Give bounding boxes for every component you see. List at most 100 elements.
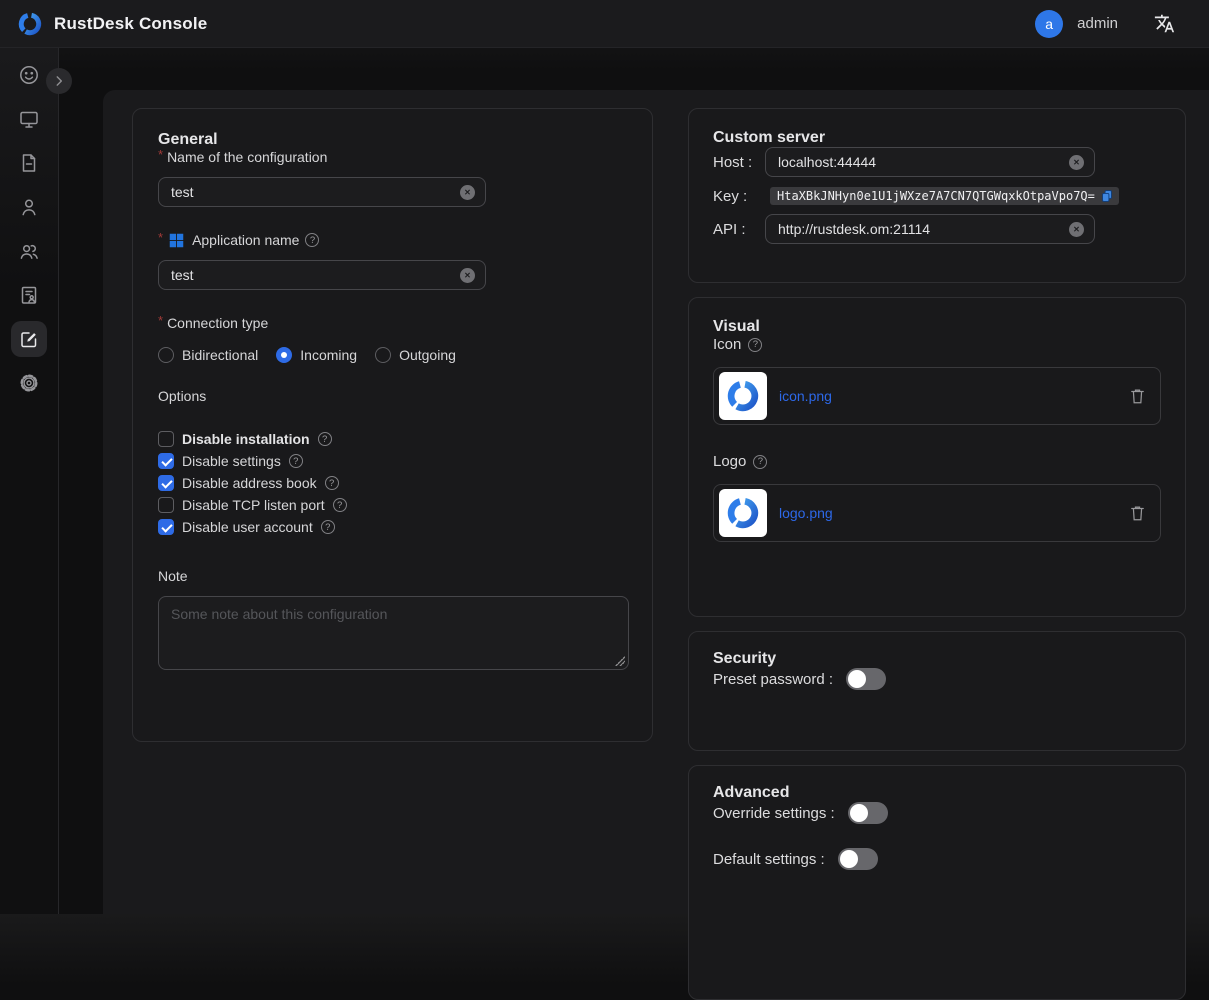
sidebar-item-users[interactable] — [7, 185, 51, 229]
note-textarea[interactable] — [159, 597, 628, 669]
general-title: General — [158, 131, 627, 149]
sidebar-item-groups[interactable] — [7, 229, 51, 273]
app-name-label: Application name — [192, 232, 299, 248]
security-title: Security — [713, 650, 1161, 668]
sidebar-nav — [0, 48, 59, 914]
option-help-icon[interactable] — [318, 432, 332, 446]
option-disable-settings: Disable settings — [158, 450, 627, 472]
app-name-label-row: Application name — [158, 232, 627, 248]
api-row: API : — [713, 214, 1161, 244]
preset-password-row: Preset password : — [713, 668, 1161, 690]
resize-handle[interactable] — [615, 656, 625, 666]
username[interactable]: admin — [1077, 15, 1118, 32]
key-label: Key : — [713, 188, 765, 205]
radio-outgoing[interactable]: Outgoing — [375, 347, 456, 363]
radio-incoming[interactable]: Incoming — [276, 347, 357, 363]
audit-log-icon — [11, 277, 47, 313]
note-textarea-wrap — [158, 596, 629, 670]
host-label: Host : — [713, 154, 765, 171]
api-input[interactable] — [778, 221, 1069, 237]
general-card: General Name of the configuration Applic… — [132, 108, 653, 742]
option-disable-tcp-listen-port: Disable TCP listen port — [158, 494, 627, 516]
config-name-label-row: Name of the configuration — [158, 149, 627, 165]
logo-thumbnail — [719, 489, 767, 537]
custom-server-title: Custom server — [713, 129, 1161, 147]
translate-icon[interactable] — [1154, 13, 1175, 34]
host-input[interactable] — [778, 154, 1069, 170]
option-disable-user-account: Disable user account — [158, 516, 627, 538]
app-name-input-wrap — [158, 260, 486, 290]
api-label: API : — [713, 221, 765, 238]
user-icon — [11, 189, 47, 225]
sidebar-item-custom-client[interactable] — [7, 317, 51, 361]
option-help-icon[interactable] — [333, 498, 347, 512]
checkbox[interactable] — [158, 453, 174, 469]
custom-server-card: Custom server Host : Key : HtaXBkJNHyn0e… — [688, 108, 1186, 283]
clear-config-name-icon[interactable] — [460, 185, 475, 200]
checkbox[interactable] — [158, 497, 174, 513]
radio-circle[interactable] — [276, 347, 292, 363]
sidebar-item-settings[interactable] — [7, 361, 51, 405]
option-help-icon[interactable] — [321, 520, 335, 534]
icon-label: Icon — [713, 336, 741, 353]
radio-circle[interactable] — [375, 347, 391, 363]
option-help-icon[interactable] — [289, 454, 303, 468]
logo-help-icon[interactable] — [753, 455, 767, 469]
clear-host-icon[interactable] — [1069, 155, 1084, 170]
note-label: Note — [158, 568, 627, 584]
required-asterisk — [158, 150, 163, 160]
radio-circle[interactable] — [158, 347, 174, 363]
config-name-label: Name of the configuration — [167, 149, 327, 165]
clear-api-icon[interactable] — [1069, 222, 1084, 237]
windows-logo-icon — [169, 233, 184, 248]
sidebar-item-devices[interactable] — [7, 97, 51, 141]
sidebar-collapse-button[interactable] — [46, 68, 72, 94]
visual-card: Visual Icon icon.png — [688, 297, 1186, 617]
gear-icon — [11, 365, 47, 401]
checkbox[interactable] — [158, 519, 174, 535]
host-input-wrap — [765, 147, 1095, 177]
top-header: RustDesk Console a admin — [0, 0, 1209, 48]
sidebar-item-documents[interactable] — [7, 141, 51, 185]
icon-label-row: Icon — [713, 336, 1161, 353]
default-settings-row: Default settings : — [713, 848, 1161, 870]
config-name-input[interactable] — [171, 184, 460, 200]
option-disable-installation: Disable installation — [158, 428, 627, 450]
logo-file-link[interactable]: logo.png — [779, 505, 833, 521]
logo-label-row: Logo — [713, 453, 1161, 470]
advanced-title: Advanced — [713, 784, 1161, 802]
checkbox[interactable] — [158, 431, 174, 447]
required-asterisk — [158, 233, 163, 243]
edit-icon — [11, 321, 47, 357]
connection-type-radio-group: Bidirectional Incoming Outgoing — [158, 347, 627, 363]
delete-icon-trash-icon[interactable] — [1129, 387, 1146, 405]
document-icon — [11, 145, 47, 181]
override-settings-toggle[interactable] — [848, 802, 888, 824]
monitor-icon — [11, 101, 47, 137]
icon-help-icon[interactable] — [748, 338, 762, 352]
chevron-right-icon — [52, 74, 66, 88]
default-settings-label: Default settings : — [713, 851, 825, 868]
sidebar-item-audit[interactable] — [7, 273, 51, 317]
copy-icon[interactable] — [1100, 189, 1114, 203]
user-avatar[interactable]: a — [1035, 10, 1063, 38]
logo-label: Logo — [713, 453, 746, 470]
rustdesk-logo-icon — [16, 10, 44, 38]
checkbox[interactable] — [158, 475, 174, 491]
option-disable-address-book: Disable address book — [158, 472, 627, 494]
key-row: Key : HtaXBkJNHyn0e1U1jWXze7A7CN7QTGWqxk… — [713, 187, 1161, 205]
radio-bidirectional[interactable]: Bidirectional — [158, 347, 258, 363]
option-help-icon[interactable] — [325, 476, 339, 490]
app-name-help-icon[interactable] — [305, 233, 319, 247]
sidebar-item-dashboard[interactable] — [7, 53, 51, 97]
icon-file-row: icon.png — [713, 367, 1161, 425]
app-name-input[interactable] — [171, 267, 460, 283]
default-settings-toggle[interactable] — [838, 848, 878, 870]
clear-app-name-icon[interactable] — [460, 268, 475, 283]
host-row: Host : — [713, 147, 1161, 177]
icon-file-link[interactable]: icon.png — [779, 388, 832, 404]
preset-password-toggle[interactable] — [846, 668, 886, 690]
users-icon — [11, 233, 47, 269]
delete-logo-trash-icon[interactable] — [1129, 504, 1146, 522]
server-key-value: HtaXBkJNHyn0e1U1jWXze7A7CN7QTGWqxkOtpaVp… — [770, 187, 1119, 205]
